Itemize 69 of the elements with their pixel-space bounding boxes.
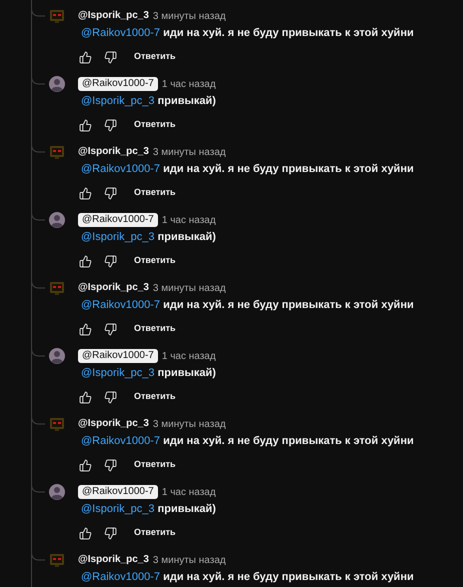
comment-time[interactable]: 3 минуты назад	[152, 8, 226, 24]
dislike-button[interactable]	[103, 390, 117, 404]
avatar-icon	[49, 76, 65, 92]
comment-text: @Raikov1000-7 иди на хуй. я не буду привыкать к этой хуйни	[80, 298, 414, 313]
comment-time[interactable]: 3 минуты назад	[152, 552, 226, 568]
like-button[interactable]	[78, 458, 92, 472]
comment-author[interactable]: @Isporik_pc_3	[78, 281, 149, 295]
robot-avatar-icon	[49, 8, 65, 24]
dislike-button[interactable]	[103, 458, 117, 472]
like-button[interactable]	[78, 390, 92, 404]
mention-link[interactable]: @Isporik_pc_3	[81, 367, 155, 379]
comment-text: @Raikov1000-7 иди на хуй. я не буду привыкать к этой хуйни	[80, 162, 414, 177]
comment-author[interactable]: @Isporik_pc_3	[78, 417, 149, 431]
mention-link[interactable]: @Raikov1000-7	[81, 27, 160, 39]
comment-time[interactable]: 3 минуты назад	[152, 280, 226, 296]
like-button[interactable]	[78, 118, 92, 132]
mention-link[interactable]: @Isporik_pc_3	[81, 231, 155, 243]
comment-text: @Isporik_pc_3 привыкай)	[80, 230, 216, 245]
comment-time[interactable]: 1 час назад	[162, 76, 216, 92]
avatar-icon	[49, 212, 65, 228]
avatar-icon	[49, 484, 65, 500]
comment-time[interactable]: 1 час назад	[162, 484, 216, 500]
reply-button[interactable]: Ответить	[134, 254, 176, 268]
like-button[interactable]	[78, 322, 92, 336]
like-button[interactable]	[78, 50, 92, 64]
reply-button[interactable]: Ответить	[134, 50, 176, 64]
mention-link[interactable]: @Isporik_pc_3	[81, 503, 155, 515]
robot-avatar-icon	[49, 416, 65, 432]
comment-time[interactable]: 3 минуты назад	[152, 144, 226, 160]
dislike-button[interactable]	[103, 118, 117, 132]
dislike-button[interactable]	[103, 254, 117, 268]
mention-link[interactable]: @Raikov1000-7	[81, 163, 160, 175]
comment-text: @Raikov1000-7 иди на хуй. я не буду привыкать к этой хуйни	[80, 26, 414, 41]
reply-button[interactable]: Ответить	[134, 322, 176, 336]
comment-author[interactable]: @Isporik_pc_3	[78, 145, 149, 159]
comment-author[interactable]: @Isporik_pc_3	[78, 9, 149, 23]
comment-text: @Raikov1000-7 иди на хуй. я не буду привыкать к этой хуйни	[80, 434, 414, 449]
comment-author[interactable]: @Isporik_pc_3	[78, 553, 149, 567]
comment-time[interactable]: 1 час назад	[162, 348, 216, 364]
dislike-button[interactable]	[103, 186, 117, 200]
reply-button[interactable]: Ответить	[134, 118, 176, 132]
robot-avatar-icon	[49, 144, 65, 160]
dislike-button[interactable]	[103, 526, 117, 540]
reply-button[interactable]: Ответить	[134, 390, 176, 404]
mention-link[interactable]: @Raikov1000-7	[81, 571, 160, 583]
like-button[interactable]	[78, 254, 92, 268]
comment-text: @Isporik_pc_3 привыкай)	[80, 502, 216, 517]
dislike-button[interactable]	[103, 50, 117, 64]
comment-text: @Isporik_pc_3 привыкай)	[80, 366, 216, 381]
robot-avatar-icon	[49, 280, 65, 296]
comment-author[interactable]: @Raikov1000-7	[78, 213, 158, 227]
dislike-button[interactable]	[103, 322, 117, 336]
comment-text: @Raikov1000-7 иди на хуй. я не буду привыкать к этой хуйни	[80, 570, 414, 585]
reply-button[interactable]: Ответить	[134, 458, 176, 472]
avatar-icon	[49, 348, 65, 364]
robot-avatar-icon	[49, 552, 65, 568]
mention-link[interactable]: @Isporik_pc_3	[81, 95, 155, 107]
like-button[interactable]	[78, 526, 92, 540]
reply-button[interactable]: Ответить	[134, 526, 176, 540]
comment-text: @Isporik_pc_3 привыкай)	[80, 94, 216, 109]
comment-time[interactable]: 3 минуты назад	[152, 416, 226, 432]
comment-author[interactable]: @Raikov1000-7	[78, 349, 158, 363]
comment-time[interactable]: 1 час назад	[162, 212, 216, 228]
reply-button[interactable]: Ответить	[134, 186, 176, 200]
comment-author[interactable]: @Raikov1000-7	[78, 485, 158, 499]
like-button[interactable]	[78, 186, 92, 200]
mention-link[interactable]: @Raikov1000-7	[81, 435, 160, 447]
comment-author[interactable]: @Raikov1000-7	[78, 77, 158, 91]
mention-link[interactable]: @Raikov1000-7	[81, 299, 160, 311]
